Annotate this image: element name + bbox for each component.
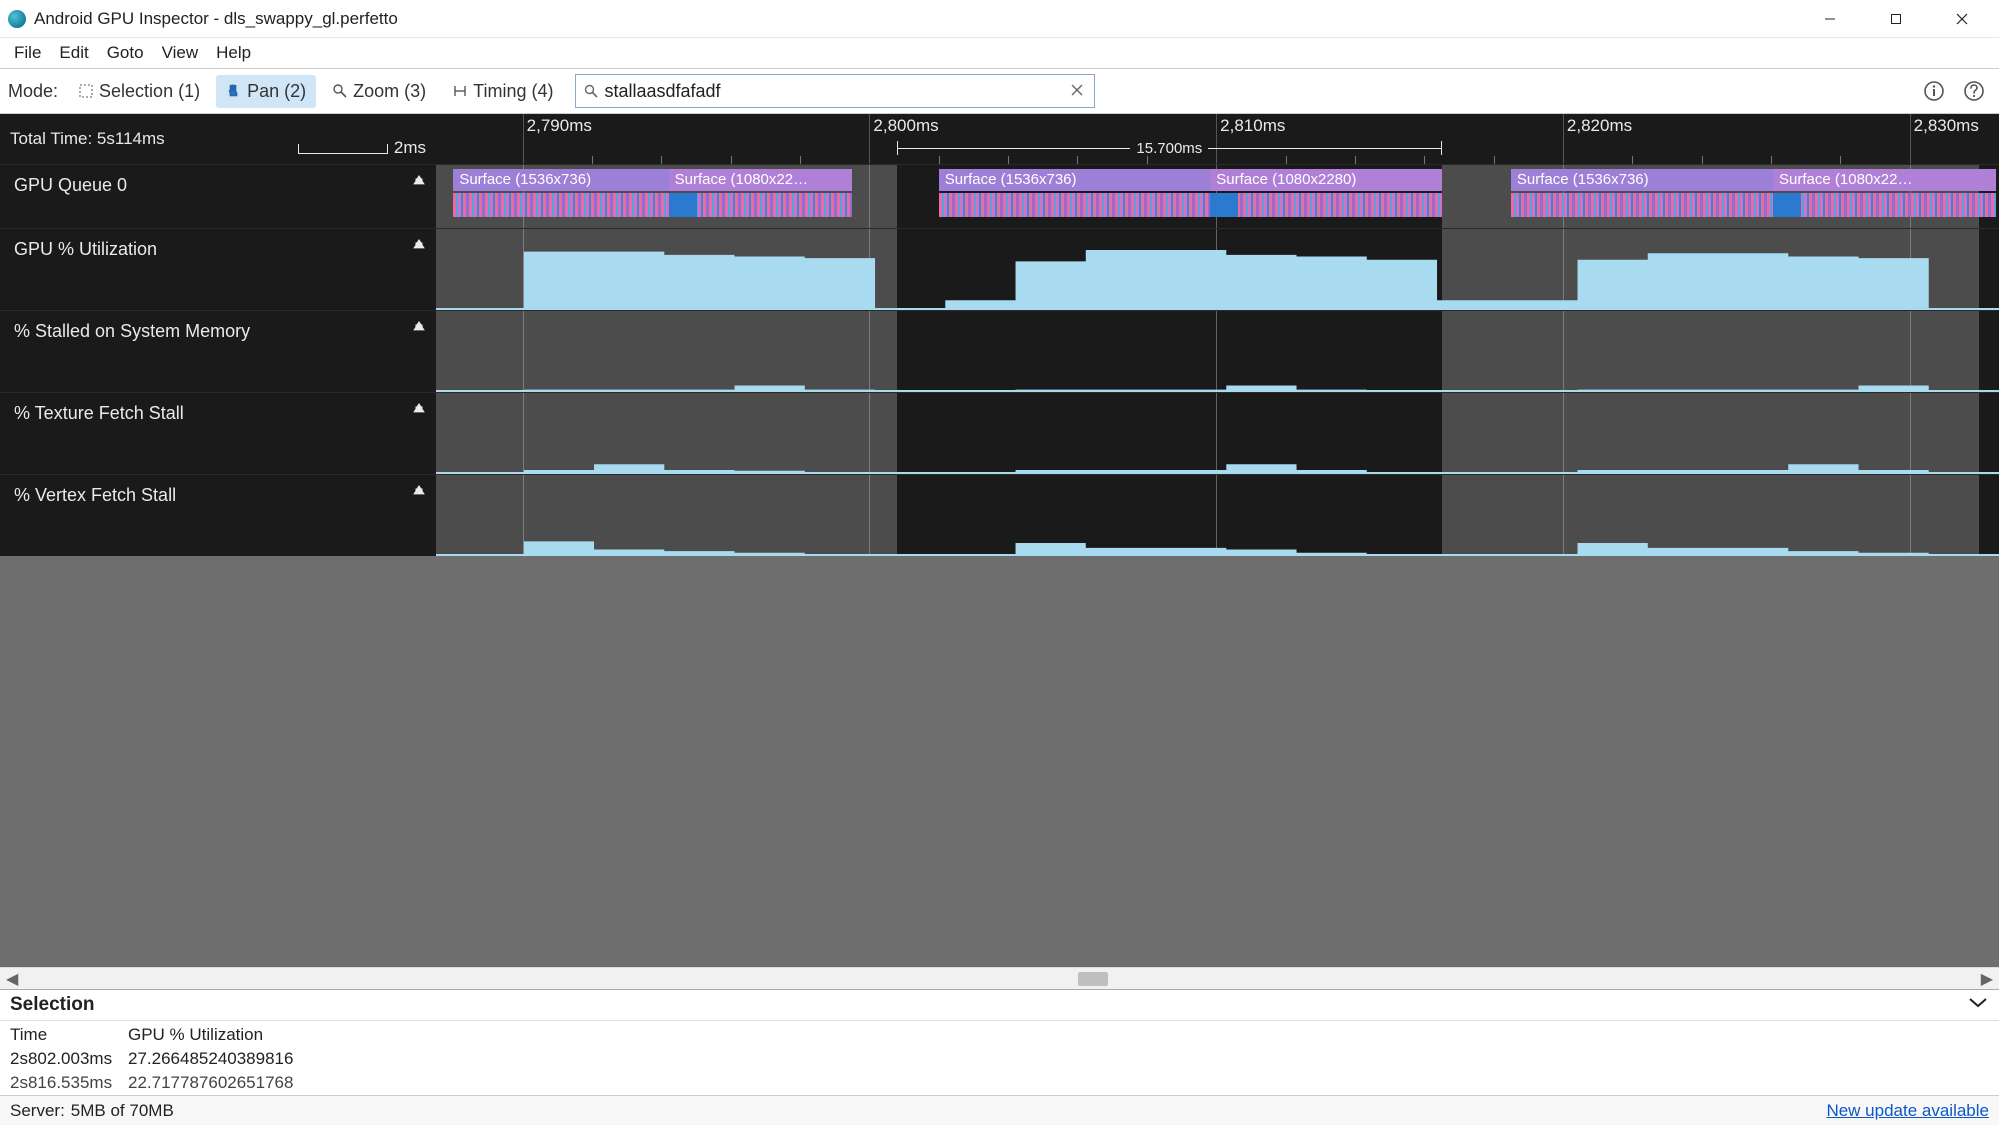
- pin-icon[interactable]: [412, 319, 426, 340]
- mode-timing-button[interactable]: Timing (4): [442, 75, 563, 108]
- track-gpu-utilization: GPU % Utilization: [0, 228, 1999, 310]
- menu-view[interactable]: View: [154, 39, 207, 67]
- search-input[interactable]: [604, 81, 1070, 102]
- ruler-scale-unit: 2ms: [394, 138, 426, 158]
- window-maximize-button[interactable]: [1873, 3, 1919, 35]
- total-time-label: Total Time: 5s114ms: [10, 129, 165, 149]
- info-button[interactable]: [1917, 74, 1951, 108]
- search-box[interactable]: [575, 74, 1095, 108]
- window-titlebar: Android GPU Inspector - dls_swappy_gl.pe…: [0, 0, 1999, 38]
- selection-table: Time GPU % Utilization 2s802.003ms 27.26…: [0, 1020, 1999, 1095]
- track-texture-fetch-stall: % Texture Fetch Stall: [0, 392, 1999, 474]
- track-label-gpu-queue: GPU Queue 0: [14, 175, 127, 196]
- timing-icon: [452, 83, 468, 99]
- status-server-label: Server:: [10, 1101, 65, 1121]
- menu-bar: File Edit Goto View Help: [0, 38, 1999, 68]
- window-minimize-button[interactable]: [1807, 3, 1853, 35]
- mode-timing-label: Timing (4): [473, 81, 553, 102]
- window-title: Android GPU Inspector - dls_swappy_gl.pe…: [34, 9, 1807, 29]
- track-label-gpu-util: GPU % Utilization: [14, 239, 157, 260]
- mode-zoom-button[interactable]: Zoom (3): [322, 75, 436, 108]
- pin-icon[interactable]: [412, 483, 426, 504]
- timeline-view[interactable]: Total Time: 5s114ms 2ms 2,790ms2,800ms2,…: [0, 114, 1999, 989]
- menu-file[interactable]: File: [6, 39, 49, 67]
- track-gpu-queue: GPU Queue 0 Surface (1536x736)Surface (1…: [0, 164, 1999, 228]
- window-close-button[interactable]: [1939, 3, 1985, 35]
- selection-row[interactable]: 2s816.535ms 22.717787602651768: [0, 1071, 1999, 1095]
- selection-panel: Selection Time GPU % Utilization 2s802.0…: [0, 989, 1999, 1095]
- pin-icon[interactable]: [412, 173, 426, 194]
- app-icon: [8, 10, 26, 28]
- scroll-thumb[interactable]: [1078, 972, 1108, 986]
- mode-selection-label: Selection (1): [99, 81, 200, 102]
- zoom-icon: [332, 83, 348, 99]
- pan-icon: [226, 83, 242, 99]
- ruler-scale: 2ms: [298, 114, 426, 164]
- track-label-stall-vtx: % Vertex Fetch Stall: [14, 485, 176, 506]
- track-label-stall-sys: % Stalled on System Memory: [14, 321, 250, 342]
- track-stall-system-memory: % Stalled on System Memory: [0, 310, 1999, 392]
- mode-zoom-label: Zoom (3): [353, 81, 426, 102]
- selection-title: Selection: [10, 994, 94, 1016]
- selection-row[interactable]: 2s802.003ms 27.266485240389816: [0, 1047, 1999, 1071]
- mode-selection-button[interactable]: Selection (1): [68, 75, 210, 108]
- pin-icon[interactable]: [412, 401, 426, 422]
- menu-help[interactable]: Help: [208, 39, 259, 67]
- status-bar: Server: 5MB of 70MB New update available: [0, 1095, 1999, 1125]
- search-icon: [584, 84, 598, 98]
- mode-pan-label: Pan (2): [247, 81, 306, 102]
- mode-pan-button[interactable]: Pan (2): [216, 75, 316, 108]
- menu-goto[interactable]: Goto: [99, 39, 152, 67]
- ruler: Total Time: 5s114ms 2ms 2,790ms2,800ms2,…: [0, 114, 1999, 164]
- selection-icon: [78, 83, 94, 99]
- status-update-link[interactable]: New update available: [1826, 1101, 1989, 1121]
- selection-col-time: Time: [10, 1025, 128, 1045]
- track-vertex-fetch-stall: % Vertex Fetch Stall: [0, 474, 1999, 556]
- scroll-left-icon[interactable]: ◀: [6, 969, 24, 989]
- mode-label: Mode:: [8, 81, 58, 102]
- pin-icon[interactable]: [412, 237, 426, 258]
- selection-col-value: GPU % Utilization: [128, 1025, 1989, 1045]
- tracks-container[interactable]: GPU Queue 0 Surface (1536x736)Surface (1…: [0, 164, 1999, 967]
- track-label-stall-tex: % Texture Fetch Stall: [14, 403, 184, 424]
- toolbar: Mode: Selection (1) Pan (2) Zoom (3) Tim…: [0, 68, 1999, 114]
- search-clear-button[interactable]: [1070, 83, 1086, 99]
- selection-collapse-button[interactable]: [1967, 994, 1989, 1016]
- help-button[interactable]: [1957, 74, 1991, 108]
- status-memory: 5MB of 70MB: [71, 1101, 174, 1121]
- scroll-right-icon[interactable]: ▶: [1975, 969, 1993, 989]
- timeline-hscrollbar[interactable]: ◀ ▶: [0, 967, 1999, 989]
- menu-edit[interactable]: Edit: [51, 39, 96, 67]
